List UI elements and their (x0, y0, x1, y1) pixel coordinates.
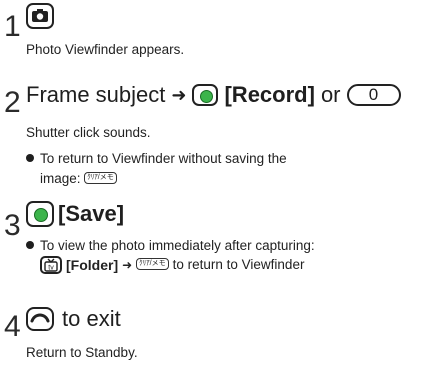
or-label: or (320, 82, 341, 107)
step-title: [Save] (26, 201, 124, 227)
center-key-icon (192, 84, 219, 106)
bullet-item: To return to Viewfinder without saving t… (26, 150, 287, 168)
end-key-icon (26, 307, 54, 331)
step-title: Frame subject ➜ [Record] or 0 (26, 82, 401, 108)
zero-key-icon: 0 (346, 84, 401, 106)
tv-key-icon: tv (40, 256, 62, 274)
bullet-icon (26, 154, 34, 163)
step-number: 4 (4, 310, 21, 343)
step-title-text: Frame subject (26, 82, 166, 107)
step-number: 3 (4, 209, 21, 242)
center-key-icon (26, 201, 54, 227)
right-arrow-icon: ➜ (122, 258, 133, 272)
step-description: Shutter click sounds. (26, 125, 151, 140)
zero-key-label: 0 (368, 85, 379, 104)
bullet-text: To view the photo immediately after capt… (40, 238, 315, 253)
step-title-text: to exit (62, 306, 121, 331)
clear-key-icon: ｸﾘｱ/メモ (136, 258, 169, 270)
clear-key-icon: ｸﾘｱ/メモ (84, 172, 117, 185)
step-title: to exit (26, 306, 121, 332)
step-description: Photo Viewfinder appears. (26, 42, 185, 57)
bullet-text: To return to Viewfinder without saving t… (40, 151, 287, 166)
bullet-item: To view the photo immediately after capt… (26, 237, 315, 255)
camera-key-icon (26, 3, 54, 29)
save-label: [Save] (58, 201, 125, 226)
svg-text:tv: tv (48, 265, 54, 272)
step-number: 2 (4, 86, 21, 119)
bullet-text: image: (40, 171, 81, 186)
record-label: [Record] (224, 82, 315, 107)
step-description: Return to Standby. (26, 345, 138, 360)
bullet-icon (26, 241, 34, 250)
folder-label: [Folder] (66, 257, 119, 273)
bullet-item-continued: tv [Folder] ➜ ｸﾘｱ/メモ to return to Viewfi… (40, 256, 304, 274)
bullet-text: to return to Viewfinder (172, 257, 305, 272)
bullet-item-continued: image: ｸﾘｱ/メモ (40, 170, 117, 188)
right-arrow-icon: ➜ (171, 85, 187, 105)
step-number: 1 (4, 10, 21, 43)
